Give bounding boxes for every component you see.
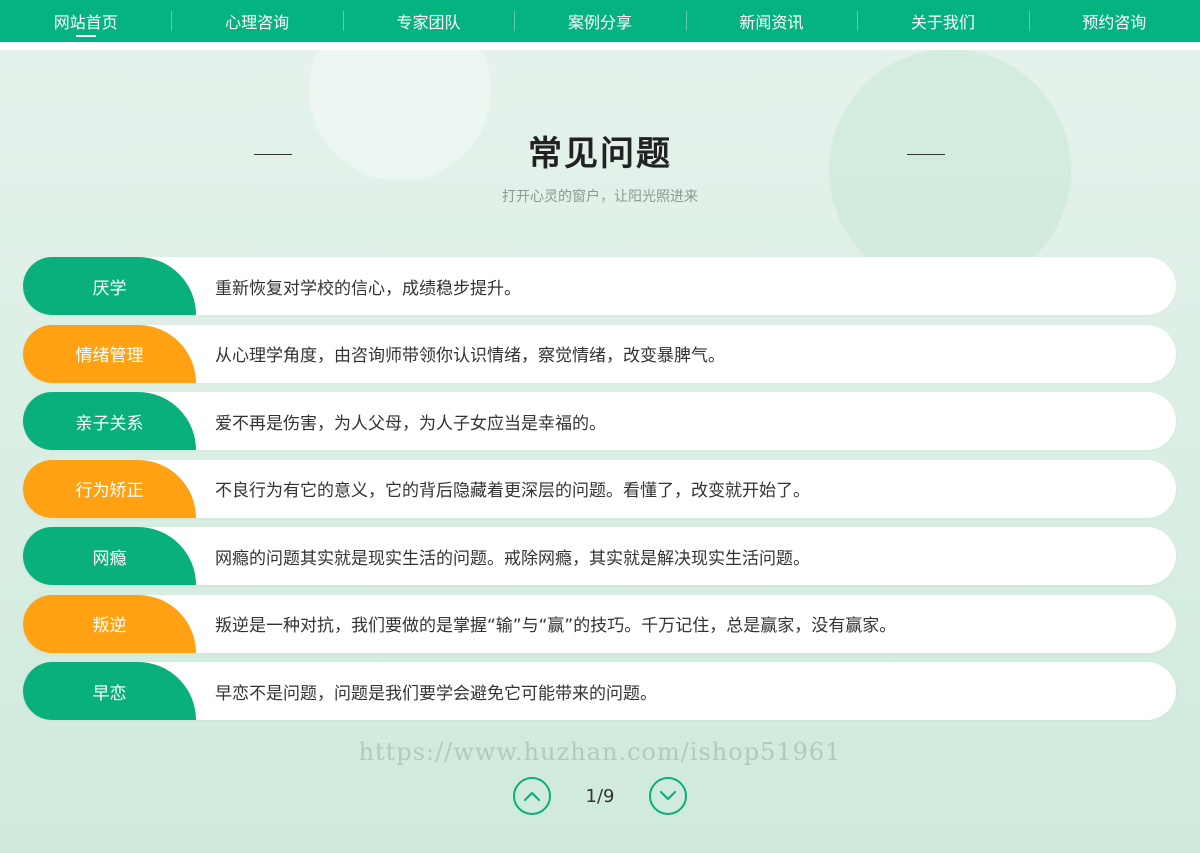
- faq-tag: 早恋: [23, 662, 196, 720]
- nav-item-label: 专家团队: [396, 13, 461, 32]
- main-nav: 网站首页 心理咨询 专家团队 案例分享 新闻资讯 关于我们 预约咨询: [0, 0, 1200, 50]
- nav-item-home[interactable]: 网站首页: [0, 0, 171, 42]
- faq-item[interactable]: 亲子关系 爱不再是伤害，为人父母，为人子女应当是幸福的。: [23, 392, 1176, 450]
- section-subtitle: 打开心灵的窗户，让阳光照进来: [502, 189, 698, 205]
- nav-item-experts[interactable]: 专家团队: [342, 0, 514, 42]
- title-divider-left: [254, 154, 292, 155]
- pager-next-button[interactable]: [649, 777, 687, 815]
- nav-item-cases[interactable]: 案例分享: [514, 0, 685, 42]
- faq-text: 早恋不是问题，问题是我们要学会避免它可能带来的问题。: [215, 683, 657, 704]
- faq-text: 从心理学角度，由咨询师带领你认识情绪，察觉情绪，改变暴脾气。: [215, 346, 725, 366]
- faq-item[interactable]: 早恋 早恋不是问题，问题是我们要学会避免它可能带来的问题。: [23, 662, 1176, 720]
- faq-text: 重新恢复对学校的信心，成绩稳步提升。: [215, 278, 521, 299]
- faq-tag: 叛逆: [23, 594, 196, 653]
- faq-item[interactable]: 行为矫正 不良行为有它的意义，它的背后隐藏着更深层的问题。看懂了，改变就开始了。: [23, 459, 1176, 518]
- faq-text: 网瘾的问题其实就是现实生活的问题。戒除网瘾，其实就是解决现实生活问题。: [215, 548, 810, 569]
- chevron-down-icon: [659, 790, 677, 801]
- nav-item-label: 案例分享: [567, 13, 632, 32]
- nav-item-label: 关于我们: [910, 13, 975, 32]
- pager-indicator: 1/9: [585, 785, 615, 807]
- nav-item-counseling[interactable]: 心理咨询: [171, 0, 342, 42]
- faq-tag: 情绪管理: [23, 324, 196, 383]
- nav-item-about[interactable]: 关于我们: [857, 0, 1028, 42]
- faq-text: 叛逆是一种对抗，我们要做的是掌握“输”与“赢”的技巧。千万记住，总是赢家，没有赢…: [215, 616, 897, 636]
- nav-item-label: 预约咨询: [1082, 13, 1147, 32]
- faq-tag: 网瘾: [23, 527, 196, 585]
- faq-text: 爱不再是伤害，为人父母，为人子女应当是幸福的。: [215, 413, 606, 434]
- faq-item[interactable]: 情绪管理 从心理学角度，由咨询师带领你认识情绪，察觉情绪，改变暴脾气。: [23, 324, 1176, 383]
- nav-item-booking[interactable]: 预约咨询: [1028, 0, 1200, 42]
- nav-item-label: 心理咨询: [225, 13, 290, 32]
- faq-item[interactable]: 网瘾 网瘾的问题其实就是现实生活的问题。戒除网瘾，其实就是解决现实生活问题。: [23, 527, 1176, 585]
- watermark-text: https://www.huzhan.com/ishop51961: [358, 738, 842, 766]
- pager: 1/9: [0, 776, 1200, 816]
- pager-prev-button[interactable]: [513, 777, 551, 815]
- nav-item-label: 新闻资讯: [739, 13, 804, 32]
- nav-item-news[interactable]: 新闻资讯: [685, 0, 857, 42]
- section-header: 常见问题 打开心灵的窗户，让阳光照进来: [0, 130, 1200, 206]
- faq-tag: 行为矫正: [23, 459, 196, 518]
- faq-text: 不良行为有它的意义，它的背后隐藏着更深层的问题。看懂了，改变就开始了。: [215, 481, 810, 501]
- chevron-up-icon: [523, 791, 541, 802]
- faq-list: 厌学 重新恢复对学校的信心，成绩稳步提升。 情绪管理 从心理学角度，由咨询师带领…: [23, 257, 1176, 730]
- faq-tag: 亲子关系: [23, 392, 196, 450]
- faq-tag: 厌学: [23, 257, 196, 315]
- faq-item[interactable]: 叛逆 叛逆是一种对抗，我们要做的是掌握“输”与“赢”的技巧。千万记住，总是赢家，…: [23, 594, 1176, 653]
- title-divider-right: [907, 154, 945, 155]
- section-title: 常见问题: [528, 134, 672, 174]
- nav-item-label: 网站首页: [53, 13, 118, 32]
- faq-item[interactable]: 厌学 重新恢复对学校的信心，成绩稳步提升。: [23, 257, 1176, 315]
